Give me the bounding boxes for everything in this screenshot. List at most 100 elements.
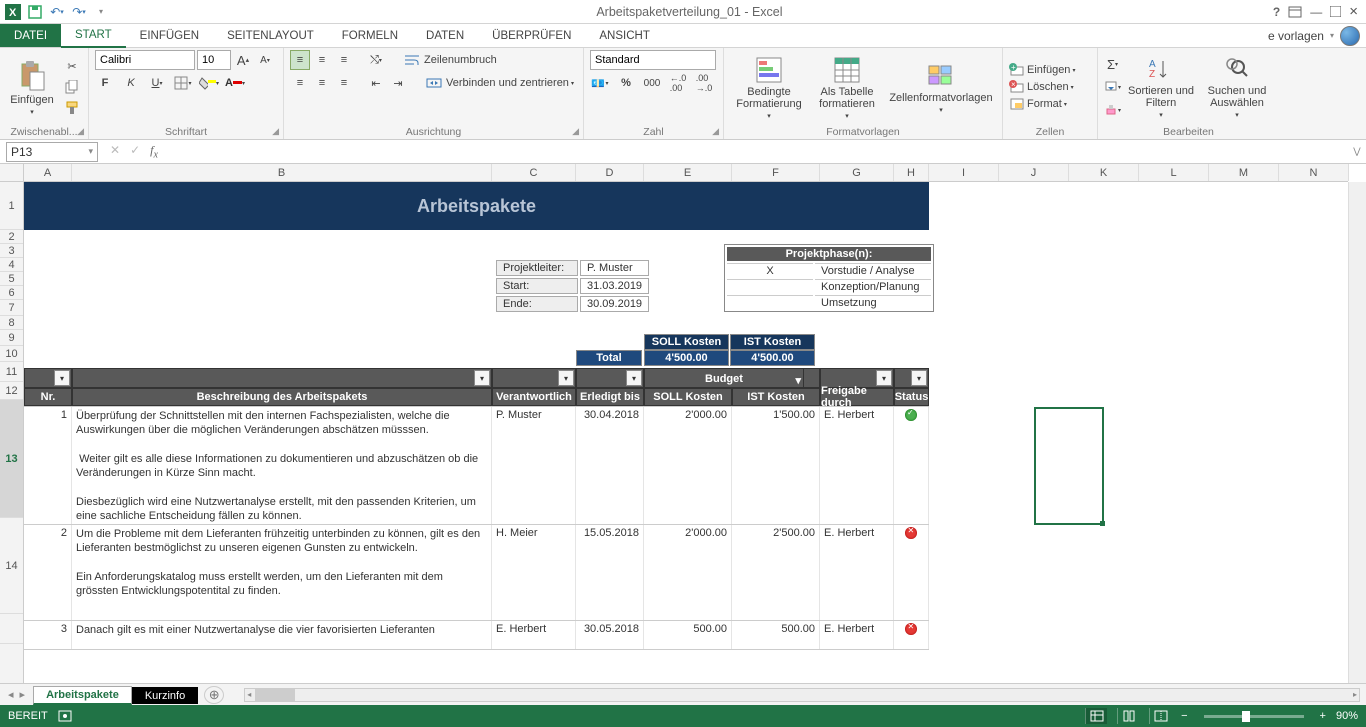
table-cell[interactable]: E. Herbert [820, 621, 894, 649]
fx-icon[interactable]: fx [150, 143, 158, 160]
row-header[interactable]: 4 [0, 258, 23, 272]
maximize-icon[interactable] [1330, 6, 1341, 17]
add-sheet-button[interactable]: ⊕ [204, 686, 224, 704]
tab-pagelayout[interactable]: SEITENLAYOUT [213, 24, 328, 47]
save-icon[interactable] [26, 3, 44, 21]
row-header[interactable]: 5 [0, 272, 23, 286]
column-header[interactable]: D [576, 164, 644, 181]
merge-label[interactable]: Verbinden und zentrieren [446, 77, 569, 89]
row-header[interactable]: 7 [0, 300, 23, 316]
table-cell[interactable] [894, 407, 929, 524]
row-header[interactable]: 8 [0, 316, 23, 330]
dialog-launcher-icon[interactable]: ◢ [712, 126, 719, 137]
table-cell[interactable]: 30.05.2018 [576, 621, 644, 649]
table-cell[interactable]: 1 [24, 407, 72, 524]
cells-area[interactable]: Arbeitspakete Projektleiter:P. Muster St… [24, 182, 1348, 683]
find-select-button[interactable]: Suchen und Auswählen▾ [1201, 55, 1273, 119]
qat-customize-icon[interactable]: ▾ [92, 3, 110, 21]
view-pagebreak-icon[interactable] [1149, 708, 1171, 724]
table-cell[interactable]: 15.05.2018 [576, 525, 644, 620]
tab-view[interactable]: ANSICHT [585, 24, 663, 47]
row-header[interactable]: 10 [0, 346, 23, 362]
table-cell[interactable]: 2 [24, 525, 72, 620]
table-cell[interactable]: Überprüfung der Schnittstellen mit den i… [72, 407, 492, 524]
border-icon[interactable]: ▾ [173, 73, 193, 93]
insert-cells-button[interactable]: +Einfügen ▾ [1009, 63, 1075, 77]
table-cell[interactable]: E. Herbert [820, 525, 894, 620]
table-cell[interactable]: E. Herbert [820, 407, 894, 524]
expand-formula-bar-icon[interactable]: ⋁ [1348, 146, 1366, 157]
column-header[interactable]: L [1139, 164, 1209, 181]
help-icon[interactable]: ? [1273, 5, 1280, 19]
row-header[interactable]: 3 [0, 244, 23, 258]
sheet-nav-prev-icon[interactable]: ◂ [8, 688, 14, 701]
column-header[interactable]: M [1209, 164, 1279, 181]
orientation-icon[interactable]: ⤭▾ [366, 50, 386, 70]
spreadsheet-grid[interactable]: ABCDEFGHIJKLMN 1234567891011121314 Arbei… [0, 164, 1366, 683]
align-middle-icon[interactable]: ≡ [312, 50, 332, 70]
sheet-nav-next-icon[interactable]: ▸ [20, 688, 26, 701]
paste-button[interactable]: Einfügen▾ [6, 58, 58, 116]
font-name-input[interactable] [95, 50, 195, 70]
select-all-corner[interactable] [0, 164, 24, 182]
format-cells-button[interactable]: Format ▾ [1009, 97, 1075, 111]
currency-icon[interactable]: 💶▾ [590, 73, 610, 93]
table-cell[interactable]: 500.00 [732, 621, 820, 649]
column-header[interactable]: B [72, 164, 492, 181]
horizontal-scrollbar[interactable]: ◂▸ [244, 688, 1360, 702]
zoom-out-button[interactable]: − [1181, 710, 1187, 722]
decrease-decimal-icon[interactable]: .00→.0 [694, 73, 714, 93]
row-header[interactable]: 6 [0, 286, 23, 300]
tab-review[interactable]: ÜBERPRÜFEN [478, 24, 585, 47]
table-cell[interactable]: 3 [24, 621, 72, 649]
table-cell[interactable] [894, 621, 929, 649]
font-color-icon[interactable]: A▾ [225, 73, 245, 93]
bold-button[interactable]: F [95, 73, 115, 93]
table-row[interactable]: 3Danach gilt es mit einer Nutzwertanalys… [24, 620, 929, 650]
fill-color-icon[interactable]: ▾ [199, 73, 219, 93]
row-headers[interactable]: 1234567891011121314 [0, 182, 24, 683]
row-header[interactable]: 1 [0, 182, 23, 230]
percent-icon[interactable]: % [616, 73, 636, 93]
clear-icon[interactable]: ▾ [1104, 100, 1121, 120]
table-row[interactable]: 1Überprüfung der Schnittstellen mit den … [24, 406, 929, 524]
autosum-icon[interactable]: Σ ▾ [1104, 54, 1121, 74]
close-icon[interactable]: × [1349, 3, 1358, 20]
column-header[interactable]: I [929, 164, 999, 181]
row-header[interactable]: 12 [0, 382, 23, 400]
dialog-launcher-icon[interactable]: ◢ [272, 126, 279, 137]
row-header[interactable]: 14 [0, 518, 23, 614]
merge-icon[interactable] [424, 73, 444, 93]
column-headers[interactable]: ABCDEFGHIJKLMN [24, 164, 1348, 182]
align-top-icon[interactable]: ≡ [290, 50, 310, 70]
conditional-formatting-button[interactable]: Bedingte Formatierung▾ [730, 54, 808, 120]
italic-button[interactable]: K [121, 73, 141, 93]
decrease-indent-icon[interactable]: ⇤ [366, 73, 386, 93]
align-right-icon[interactable]: ≡ [334, 73, 354, 93]
zoom-in-button[interactable]: + [1320, 710, 1326, 722]
column-header[interactable]: F [732, 164, 820, 181]
table-cell[interactable]: 2'000.00 [644, 525, 732, 620]
table-cell[interactable]: 30.04.2018 [576, 407, 644, 524]
delete-cells-button[interactable]: ×Löschen ▾ [1009, 80, 1075, 94]
table-cell[interactable]: H. Meier [492, 525, 576, 620]
row-header[interactable] [0, 614, 23, 644]
column-header[interactable]: N [1279, 164, 1349, 181]
table-cell[interactable]: 500.00 [644, 621, 732, 649]
table-row[interactable]: 2Um die Probleme mit dem Lieferanten frü… [24, 524, 929, 620]
cell-styles-button[interactable]: Zellenformatvorlagen▾ [886, 60, 996, 114]
sheet-tab-kurzinfo[interactable]: Kurzinfo [132, 687, 198, 704]
tab-data[interactable]: DATEN [412, 24, 478, 47]
table-cell[interactable] [894, 525, 929, 620]
dialog-launcher-icon[interactable]: ◢ [77, 126, 84, 137]
copy-icon[interactable] [62, 77, 82, 97]
column-header[interactable]: H [894, 164, 929, 181]
tab-file[interactable]: DATEI [0, 24, 61, 47]
macro-record-icon[interactable] [58, 710, 72, 722]
filter-dropdown-icon[interactable]: ▾ [795, 371, 801, 391]
table-cell[interactable]: P. Muster [492, 407, 576, 524]
table-cell[interactable]: E. Herbert [492, 621, 576, 649]
minimize-icon[interactable]: — [1310, 5, 1322, 19]
sheet-tab-active[interactable]: Arbeitspakete [33, 686, 132, 705]
filter-dropdown-icon[interactable]: ▾ [558, 370, 574, 386]
